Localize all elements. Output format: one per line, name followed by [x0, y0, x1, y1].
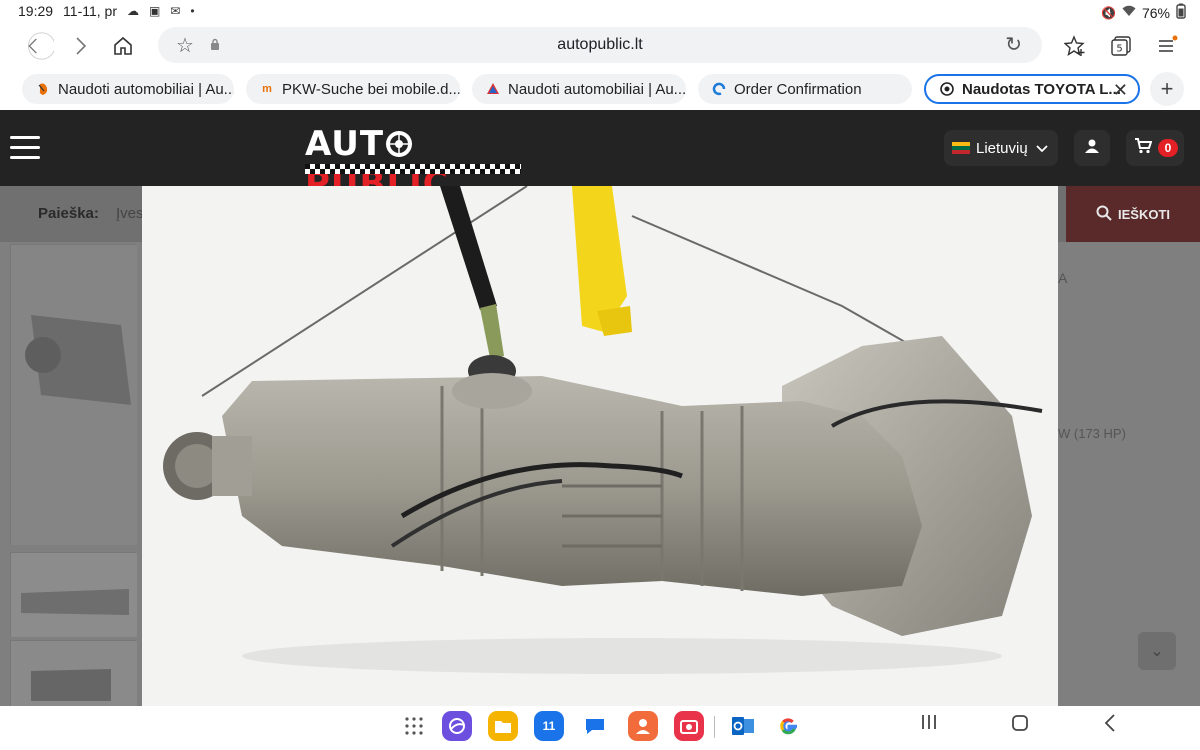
menu-icon[interactable]: [1152, 32, 1182, 60]
google-icon[interactable]: [774, 711, 804, 741]
url-text: autopublic.lt: [557, 36, 643, 53]
browser-toolbar: ☆ autopublic.lt ↻ 5: [0, 24, 1200, 68]
wifi-icon: [1122, 5, 1136, 20]
tab-label: Naudotas TOYOTA L...: [962, 80, 1121, 98]
battery-level: 76%: [1141, 4, 1170, 21]
tab-label: Naudoti automobiliai | Au...: [508, 80, 686, 98]
logo-checker-strip: [305, 164, 521, 174]
product-photo-lightbox[interactable]: [142, 186, 1058, 706]
search-button[interactable]: IEŠKOTI: [1066, 186, 1200, 242]
messages-icon[interactable]: [580, 711, 610, 741]
forward-icon[interactable]: [66, 32, 96, 60]
hamburger-menu-icon[interactable]: [10, 136, 40, 160]
lithuania-flag-icon: [952, 142, 970, 154]
cart-button[interactable]: 0: [1126, 130, 1184, 166]
search-input[interactable]: Įves: [110, 200, 144, 228]
mail-icon: ✉: [170, 4, 181, 18]
autopublic-logo[interactable]: AUTPUBLIC: [305, 124, 521, 204]
autoplius-favicon: [486, 82, 500, 96]
logo-wheel-icon: [384, 128, 414, 158]
tab-strip: Naudoti automobiliai | Au... m PKW-Suche…: [0, 68, 1200, 110]
mobile-de-favicon: m: [262, 83, 272, 95]
cart-icon: [1134, 137, 1153, 159]
edge-favicon: [712, 82, 726, 96]
logo-text-auto: AUT: [305, 124, 385, 164]
back-nav-icon[interactable]: [1102, 713, 1118, 739]
user-icon: [1084, 138, 1100, 159]
new-tab-button[interactable]: +: [1150, 72, 1184, 106]
tab-autoplius[interactable]: Naudoti automobiliai | Au...: [472, 74, 686, 104]
side-text-fragment: A: [1058, 270, 1068, 286]
tab-mobile-de[interactable]: m PKW-Suche bei mobile.d...: [246, 74, 460, 104]
tab-toyota-active[interactable]: Naudotas TOYOTA L... ✕: [924, 74, 1140, 104]
thumbnail-1[interactable]: [10, 552, 137, 637]
tab-label: PKW-Suche bei mobile.d...: [282, 80, 460, 98]
status-bar: 19:29 11-11, pr ☁ ▣ ✉ • 🔇 76%: [0, 0, 1200, 24]
tab-label: Naudoti automobiliai | Au...: [58, 80, 234, 98]
reload-icon[interactable]: ↻: [1005, 32, 1022, 57]
files-icon[interactable]: [488, 711, 518, 741]
chevron-down-icon: [1036, 140, 1048, 157]
tabs-count-icon[interactable]: 5: [1106, 32, 1136, 60]
camera-icon[interactable]: [674, 711, 704, 741]
svg-text:5: 5: [1116, 44, 1122, 55]
side-text-power: W (173 HP): [1058, 426, 1126, 441]
dock-divider: [714, 716, 715, 738]
search-button-label: IEŠKOTI: [1117, 206, 1170, 222]
outlook-icon[interactable]: [728, 711, 758, 741]
scroll-down-button[interactable]: ⌄: [1138, 632, 1176, 670]
recent-apps-icon[interactable]: [920, 713, 938, 737]
autopublic-favicon: [36, 82, 50, 96]
cloud-icon: ☁: [127, 4, 140, 18]
plus-icon: +: [1160, 76, 1174, 101]
account-button[interactable]: [1074, 130, 1110, 166]
search-label: Paieška:: [38, 205, 99, 222]
cart-count-badge: 0: [1158, 139, 1178, 157]
add-bookmark-icon[interactable]: [1060, 32, 1090, 60]
status-time: 19:29: [18, 3, 54, 19]
gallery-icon: ▣: [149, 4, 161, 18]
tab-order-confirmation[interactable]: Order Confirmation: [698, 74, 912, 104]
main-product-thumbnail[interactable]: [10, 244, 137, 545]
battery-icon: [1176, 3, 1186, 22]
status-date: 11-11, pr: [63, 3, 118, 19]
tab-label: Order Confirmation: [734, 80, 862, 98]
calendar-icon[interactable]: 11: [534, 711, 564, 741]
contacts-icon[interactable]: [628, 711, 658, 741]
chevron-down-icon: ⌄: [1150, 643, 1164, 660]
address-bar[interactable]: ☆ autopublic.lt ↻: [158, 27, 1042, 63]
close-icon[interactable]: ✕: [1113, 80, 1128, 101]
apps-grid-icon[interactable]: [404, 716, 424, 742]
dot-icon: •: [190, 4, 195, 18]
tab-autopublic-1[interactable]: Naudoti automobiliai | Au...: [22, 74, 234, 104]
thumbnail-2[interactable]: [10, 640, 137, 707]
autopublic-favicon: [940, 82, 954, 96]
language-selector[interactable]: Lietuvių: [944, 130, 1058, 166]
home-nav-icon[interactable]: [1010, 713, 1030, 739]
language-label: Lietuvių: [976, 139, 1028, 157]
internet-icon[interactable]: [442, 711, 472, 741]
gearbox-photo: [142, 186, 1058, 706]
search-icon: [1096, 205, 1112, 224]
mute-icon: 🔇: [1101, 5, 1116, 20]
back-icon[interactable]: [24, 32, 54, 60]
home-icon[interactable]: [108, 32, 138, 60]
